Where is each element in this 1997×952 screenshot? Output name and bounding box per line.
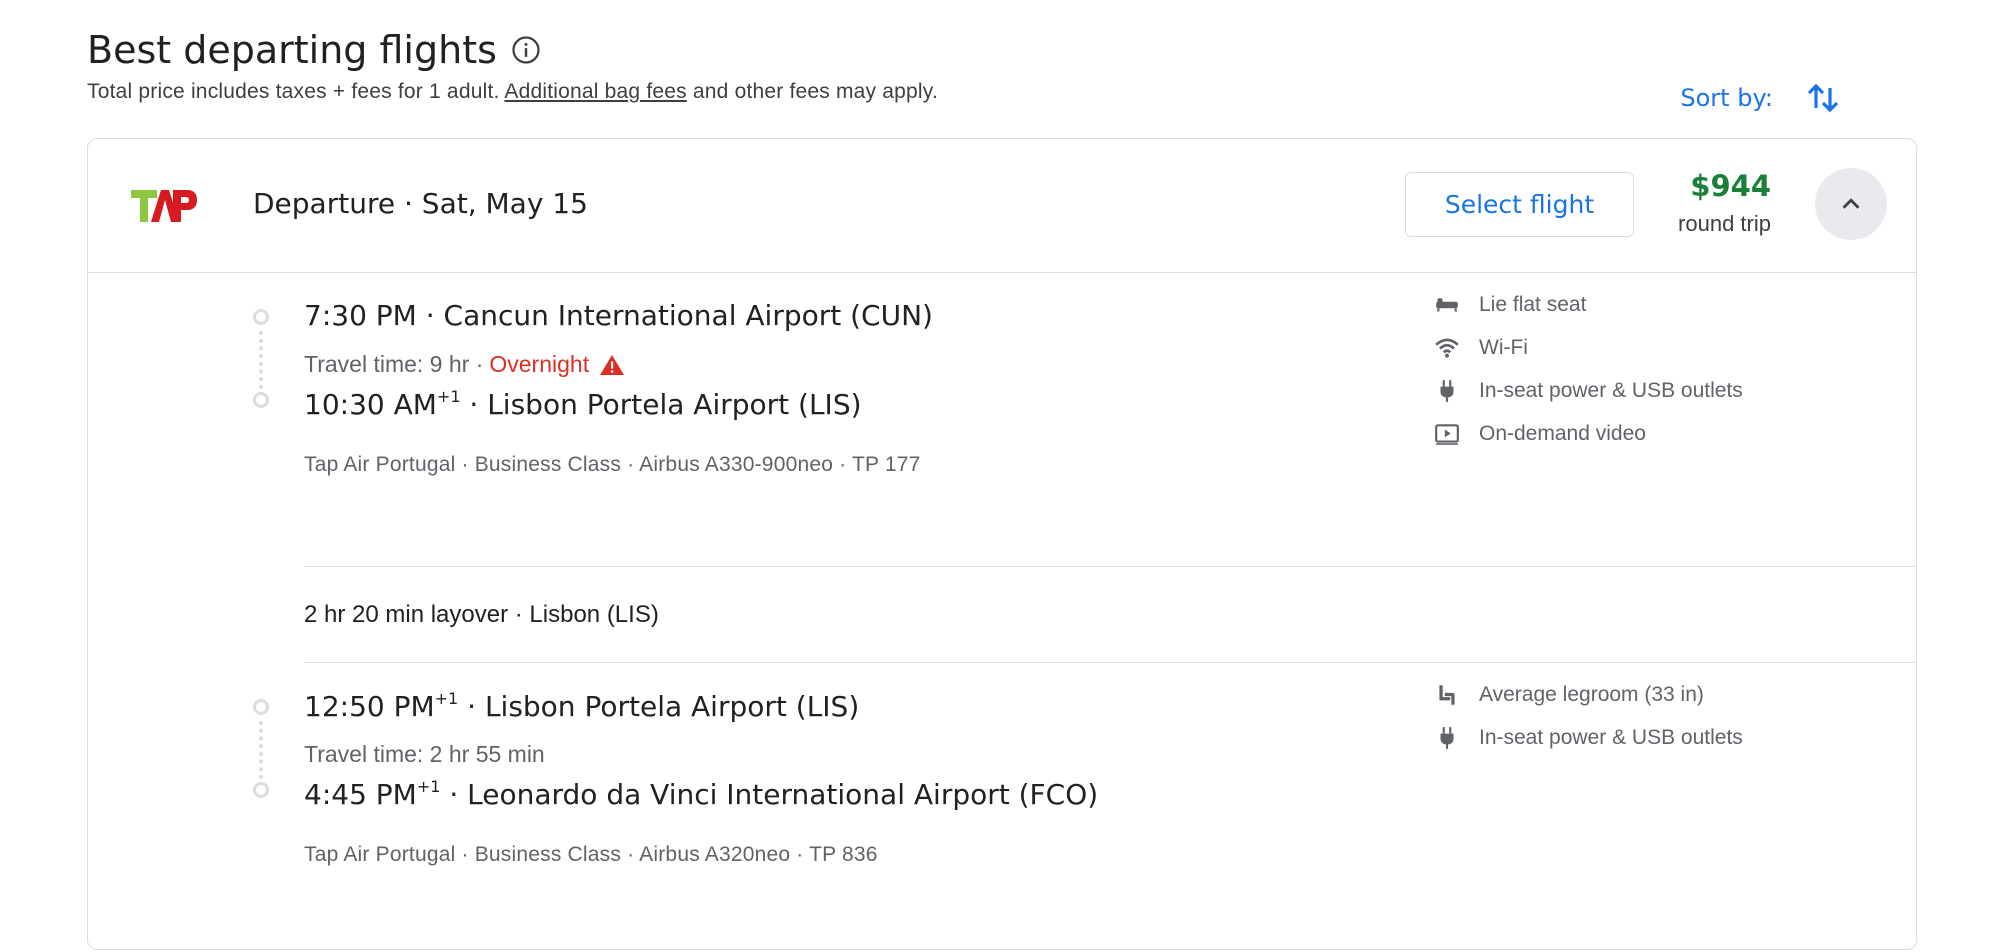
video-icon xyxy=(1433,421,1461,447)
section-title-text: Best departing flights xyxy=(87,28,497,72)
price-type: round trip xyxy=(1678,211,1771,236)
price-block: $944 round trip xyxy=(1678,169,1771,237)
next-day-indicator: +1 xyxy=(436,387,461,406)
power-plug-icon xyxy=(1433,725,1461,751)
legroom-seat-icon xyxy=(1433,682,1461,708)
arrival-dot xyxy=(253,392,269,408)
divider xyxy=(304,662,1916,663)
travel-time: Travel time: 9 hr xyxy=(304,351,470,377)
departure-airport: Cancun International Airport (CUN) xyxy=(443,299,933,332)
separator-dot: · xyxy=(460,388,488,421)
amenity-label: In-seat power & USB outlets xyxy=(1479,725,1743,749)
info-icon[interactable] xyxy=(511,35,541,65)
arrival-time: 4:45 PM xyxy=(304,778,417,811)
layover-info: 2 hr 20 min layover · Lisbon (LIS) xyxy=(304,601,659,628)
separator-dot: · xyxy=(403,187,422,220)
amenity-label: In-seat power & USB outlets xyxy=(1479,378,1743,402)
travel-time: Travel time: 2 hr 55 min xyxy=(304,741,545,767)
departure-dot xyxy=(253,309,269,325)
departure-dot xyxy=(253,699,269,715)
sort-arrows-icon xyxy=(1807,83,1839,113)
segment-arrival: 10:30 AM+1 · Lisbon Portela Airport (LIS… xyxy=(304,387,862,421)
amenities-list: Lie flat seat Wi-Fi In-seat power & USB … xyxy=(1433,283,1743,455)
amenity-item: In-seat power & USB outlets xyxy=(1433,716,1743,759)
segment-arrival: 4:45 PM+1 · Leonardo da Vinci Internatio… xyxy=(304,777,1098,811)
price-note-suffix: and other fees may apply. xyxy=(692,80,938,103)
separator-dot: · xyxy=(416,299,444,332)
divider xyxy=(304,566,1916,567)
price-note-prefix: Total price includes taxes + fees for 1 … xyxy=(87,80,500,103)
power-plug-icon xyxy=(1433,378,1461,404)
arrival-time: 10:30 AM xyxy=(304,388,437,421)
departure-label: Departure xyxy=(253,187,396,220)
separator-dot: · xyxy=(440,778,468,811)
amenity-item: In-seat power & USB outlets xyxy=(1433,369,1743,412)
amenities-list: Average legroom (33 in) In-seat power & … xyxy=(1433,673,1743,759)
amenity-item: Lie flat seat xyxy=(1433,283,1743,326)
amenity-item: On-demand video xyxy=(1433,412,1743,455)
price-note: Total price includes taxes + fees for 1 … xyxy=(87,80,938,104)
departure-time: 7:30 PM xyxy=(304,299,417,332)
next-day-indicator: +1 xyxy=(416,777,441,796)
departure-date: Sat, May 15 xyxy=(421,187,588,220)
amenity-label: Wi-Fi xyxy=(1479,335,1528,359)
price-value: $944 xyxy=(1690,169,1771,203)
departure-airport: Lisbon Portela Airport (LIS) xyxy=(484,690,860,723)
collapse-button[interactable] xyxy=(1815,168,1887,240)
travel-time-row: Travel time: 9 hr · Overnight xyxy=(304,351,625,378)
travel-time-row: Travel time: 2 hr 55 min xyxy=(304,741,545,768)
amenity-label: Lie flat seat xyxy=(1479,292,1587,316)
arrival-airport: Lisbon Portela Airport (LIS) xyxy=(487,388,862,421)
segment-departure: 12:50 PM+1 · Lisbon Portela Airport (LIS… xyxy=(304,689,859,723)
sort-button[interactable]: Sort by: xyxy=(1680,78,1843,118)
wifi-icon xyxy=(1433,335,1461,361)
next-day-indicator: +1 xyxy=(434,689,459,708)
arrival-airport: Leonardo da Vinci International Airport … xyxy=(467,778,1099,811)
chevron-up-icon xyxy=(1842,198,1860,209)
airline-logo xyxy=(131,182,197,222)
flight-card: Departure · Sat, May 15 Select flight $9… xyxy=(87,138,1917,950)
warning-icon xyxy=(600,354,625,375)
amenity-item: Average legroom (33 in) xyxy=(1433,673,1743,716)
arrival-dot xyxy=(253,782,269,798)
bag-fees-link[interactable]: Additional bag fees xyxy=(504,80,686,103)
separator-dot: · xyxy=(469,351,484,377)
flight-details: Tap Air Portugal · Business Class · Airb… xyxy=(304,843,878,866)
lie-flat-seat-icon xyxy=(1433,292,1461,318)
amenity-label: Average legroom (33 in) xyxy=(1479,682,1704,706)
amenity-item: Wi-Fi xyxy=(1433,326,1743,369)
select-flight-button[interactable]: Select flight xyxy=(1405,172,1634,237)
amenity-label: On-demand video xyxy=(1479,421,1646,445)
sort-label: Sort by: xyxy=(1680,84,1773,112)
separator-dot: · xyxy=(458,690,485,723)
route-line xyxy=(259,331,267,389)
segment-departure: 7:30 PM · Cancun International Airport (… xyxy=(304,299,933,332)
departure-time: 12:50 PM xyxy=(304,690,435,723)
flight-card-header[interactable]: Departure · Sat, May 15 Select flight $9… xyxy=(88,139,1916,273)
overnight-label: Overnight xyxy=(489,351,590,377)
departure-heading: Departure · Sat, May 15 xyxy=(253,187,588,220)
flight-details: Tap Air Portugal · Business Class · Airb… xyxy=(304,453,921,476)
route-line xyxy=(259,721,267,779)
section-title: Best departing flights xyxy=(87,28,541,72)
